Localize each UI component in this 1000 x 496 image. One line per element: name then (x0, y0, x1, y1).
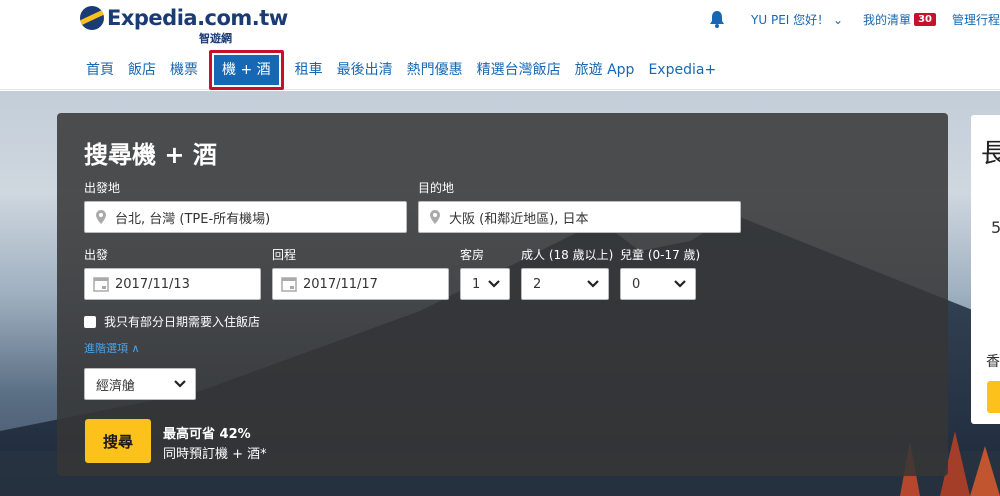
return-date-input[interactable]: 2017/11/17 (272, 268, 449, 300)
user-greeting: YU PEI 您好！ (751, 12, 830, 27)
nav-hotels[interactable]: 飯店 (121, 53, 163, 87)
nav-expedia-plus[interactable]: Expedia+ (641, 53, 723, 87)
nav-package-highlight: 機 + 酒 (209, 50, 284, 90)
account-bar: YU PEI 您好！ ⌄ 我的清單 30 管理行程 (709, 10, 1000, 28)
rooms-select[interactable]: 1 (460, 268, 510, 300)
wishlist-label: 我的清單 (863, 12, 912, 27)
return-label: 回程 (272, 248, 297, 262)
origin-value: 台北, 台灣 (TPE-所有機場) (115, 211, 271, 227)
wishlist-link[interactable]: 我的清單 30 (863, 11, 936, 28)
rooms-value: 1 (472, 276, 481, 292)
search-title: 搜尋機 + 酒 (84, 141, 217, 169)
savings-headline: 最高可省 42% (163, 427, 251, 442)
origin-input[interactable]: 台北, 台灣 (TPE-所有機場) (84, 201, 407, 233)
chevron-down-icon (174, 380, 186, 388)
promo-card: 長 5 香 (971, 115, 1000, 424)
location-pin-icon (430, 210, 440, 224)
promo-card-text: 香 (986, 354, 1000, 370)
depart-date-value: 2017/11/13 (115, 276, 190, 292)
logo-globe-icon (80, 6, 104, 30)
nav-last-minute[interactable]: 最後出清 (330, 53, 400, 87)
origin-label: 出發地 (84, 181, 121, 195)
children-select[interactable]: 0 (620, 268, 696, 300)
cabin-class-value: 經濟艙 (96, 378, 136, 394)
destination-label: 目的地 (418, 181, 455, 195)
savings-subtext: 同時預訂機 + 酒* (163, 447, 267, 462)
calendar-icon (93, 277, 109, 292)
adults-value: 2 (533, 276, 542, 292)
search-button[interactable]: 搜尋 (85, 419, 151, 463)
calendar-icon (281, 277, 297, 292)
rooms-label: 客房 (460, 248, 485, 262)
main-nav: 首頁 飯店 機票 機 + 酒 租車 最後出清 熱門優惠 精選台灣飯店 旅遊 Ap… (86, 50, 723, 90)
wishlist-count-badge: 30 (914, 12, 936, 26)
nav-flight-hotel[interactable]: 機 + 酒 (214, 55, 279, 85)
search-panel: 搜尋機 + 酒 出發地 台北, 台灣 (TPE-所有機場) 目的地 大阪 (和鄰… (57, 113, 948, 476)
logo-subtitle: 智遊網 (199, 32, 232, 45)
bell-icon[interactable] (709, 10, 725, 28)
site-header: Expedia.com.tw 智遊網 YU PEI 您好！ ⌄ 我的清單 30 … (0, 0, 1000, 90)
nav-taiwan-hotels[interactable]: 精選台灣飯店 (470, 53, 568, 87)
chevron-down-icon (587, 280, 599, 288)
advanced-options-link[interactable]: 進階選項 ∧ (84, 340, 140, 356)
location-pin-icon (96, 210, 106, 224)
return-date-value: 2017/11/17 (303, 276, 378, 292)
destination-value: 大阪 (和鄰近地區), 日本 (449, 211, 589, 227)
promo-card-value: 5 (991, 218, 1000, 237)
depart-label: 出發 (84, 248, 109, 262)
site-logo[interactable]: Expedia.com.tw (80, 6, 288, 30)
user-menu[interactable]: YU PEI 您好！ ⌄ (751, 11, 843, 28)
adults-select[interactable]: 2 (521, 268, 609, 300)
promo-card-title: 長 (981, 139, 1000, 169)
manage-trips-link[interactable]: 管理行程 (952, 11, 1000, 28)
chevron-down-icon: ⌄ (832, 12, 844, 27)
partial-stay-option[interactable]: 我只有部分日期需要入住飯店 (84, 313, 260, 330)
promo-card-button[interactable] (987, 381, 1000, 413)
children-value: 0 (632, 276, 641, 292)
nav-app[interactable]: 旅遊 App (568, 53, 642, 87)
partial-stay-label: 我只有部分日期需要入住飯店 (104, 315, 261, 329)
depart-date-input[interactable]: 2017/11/13 (84, 268, 261, 300)
nav-home[interactable]: 首頁 (86, 53, 121, 87)
adults-label: 成人 (18 歲以上) (521, 248, 614, 262)
nav-flights[interactable]: 機票 (163, 53, 205, 87)
destination-input[interactable]: 大阪 (和鄰近地區), 日本 (418, 201, 741, 233)
nav-cars[interactable]: 租車 (288, 53, 330, 87)
children-label: 兒童 (0-17 歲) (620, 248, 701, 262)
chevron-down-icon (488, 280, 500, 288)
partial-stay-checkbox[interactable] (84, 315, 96, 328)
chevron-down-icon (674, 280, 686, 288)
nav-deals[interactable]: 熱門優惠 (400, 53, 470, 87)
cabin-class-select[interactable]: 經濟艙 (84, 368, 196, 400)
logo-text: Expedia.com.tw (107, 6, 288, 30)
